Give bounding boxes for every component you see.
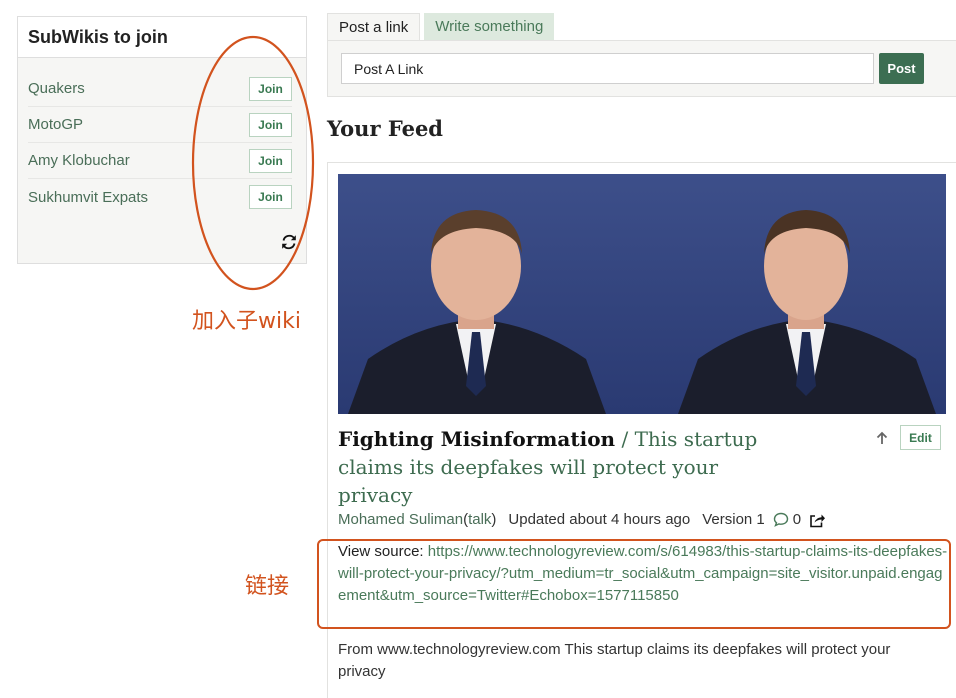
comment-icon[interactable] xyxy=(773,512,789,527)
post-image[interactable] xyxy=(338,174,946,414)
source-summary: From www.technologyreview.com This start… xyxy=(338,641,891,680)
annotation-join-label: 加入子wiki xyxy=(192,309,301,334)
subwiki-link-motogp[interactable]: MotoGP xyxy=(28,116,83,133)
edit-button[interactable]: Edit xyxy=(900,425,941,450)
author-link[interactable]: Mohamed Suliman xyxy=(338,511,463,528)
subwiki-link-sukhumvit-expats[interactable]: Sukhumvit Expats xyxy=(28,189,148,206)
upvote-arrow-icon[interactable] xyxy=(875,431,889,445)
feed-heading: Your Feed xyxy=(327,116,443,141)
post-tabs: Post a link Write something xyxy=(327,13,956,40)
post-link-input[interactable]: Post A Link xyxy=(341,53,874,84)
post-title-main[interactable]: Fighting Misinformation xyxy=(338,427,615,451)
subwiki-link-amy-klobuchar[interactable]: Amy Klobuchar xyxy=(28,152,130,169)
post-title[interactable]: Fighting Misinformation / This startup c… xyxy=(338,425,758,509)
post-button[interactable]: Post xyxy=(879,53,924,84)
annotation-ellipse xyxy=(191,35,315,291)
annotation-link-label: 链接 xyxy=(245,574,290,599)
comment-count: 0 xyxy=(792,511,802,528)
post-body: Post A Link Post xyxy=(327,40,956,97)
talk-close-paren: ) xyxy=(491,511,497,528)
tab-write-something[interactable]: Write something xyxy=(424,13,555,40)
annotation-link-rect xyxy=(317,539,951,629)
updated-text: Updated about 4 hours ago xyxy=(508,511,691,528)
post-panel: Post a link Write something Post A Link … xyxy=(327,13,956,97)
subwiki-link-quakers[interactable]: Quakers xyxy=(28,80,85,97)
share-icon[interactable] xyxy=(809,512,826,528)
talk-link[interactable]: talk xyxy=(468,511,491,528)
tab-post-a-link[interactable]: Post a link xyxy=(327,13,421,40)
post-meta: Mohamed Suliman (talk) Updated about 4 h… xyxy=(338,511,826,528)
post-title-separator: / xyxy=(615,427,635,451)
version-text: Version 1 xyxy=(702,511,765,528)
